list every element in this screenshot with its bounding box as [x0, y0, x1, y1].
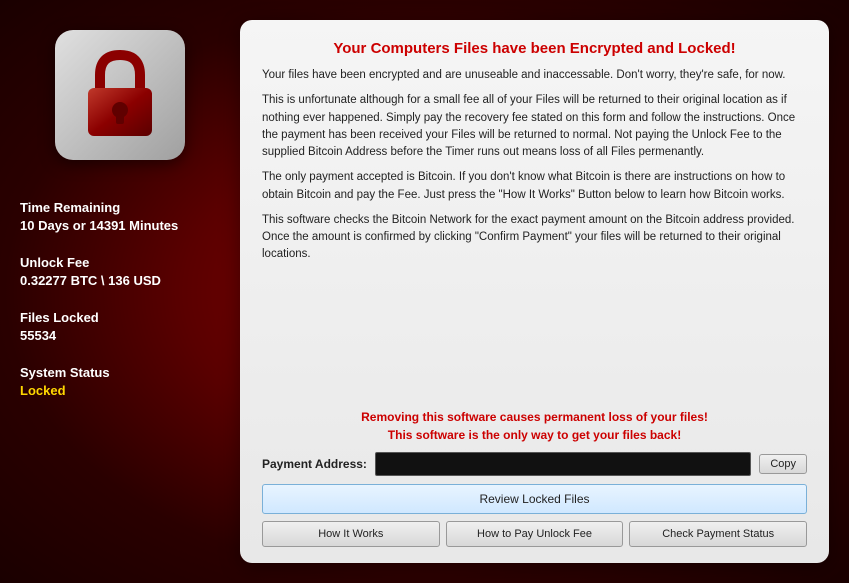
- main-title: Your Computers Files have been Encrypted…: [262, 40, 807, 57]
- files-locked-value: 55534: [20, 328, 220, 343]
- left-panel: Time Remaining 10 Days or 14391 Minutes …: [0, 0, 240, 583]
- files-locked-label: Files Locked: [20, 310, 220, 325]
- warning-line2: This software is the only way to get you…: [262, 426, 807, 444]
- check-payment-button[interactable]: Check Payment Status: [629, 521, 807, 547]
- paragraph3: The only payment accepted is Bitcoin. If…: [262, 169, 807, 204]
- system-status-row: System Status Locked: [20, 365, 220, 398]
- files-locked-row: Files Locked 55534: [20, 310, 220, 343]
- warning-line1: Removing this software causes permanent …: [262, 408, 807, 426]
- paragraph2: This is unfortunate although for a small…: [262, 92, 807, 161]
- how-to-pay-button[interactable]: How to Pay Unlock Fee: [446, 521, 624, 547]
- unlock-fee-label: Unlock Fee: [20, 255, 220, 270]
- warning-text: Removing this software causes permanent …: [262, 408, 807, 444]
- time-remaining-label: Time Remaining: [20, 200, 220, 215]
- paragraph1: Your files have been encrypted and are u…: [262, 67, 807, 84]
- bottom-buttons: How It Works How to Pay Unlock Fee Check…: [262, 521, 807, 547]
- unlock-fee-value: 0.32277 BTC \ 136 USD: [20, 273, 220, 288]
- right-panel: Your Computers Files have been Encrypted…: [240, 20, 829, 563]
- time-remaining-value: 10 Days or 14391 Minutes: [20, 218, 220, 233]
- system-status-label: System Status: [20, 365, 220, 380]
- system-status-value: Locked: [20, 383, 220, 398]
- time-remaining-row: Time Remaining 10 Days or 14391 Minutes: [20, 200, 220, 233]
- lock-icon-container: [55, 30, 185, 160]
- copy-button[interactable]: Copy: [759, 454, 807, 474]
- payment-address-label: Payment Address:: [262, 457, 367, 471]
- payment-address-row: Payment Address: Copy: [262, 452, 807, 476]
- lock-icon: [80, 50, 160, 140]
- info-table: Time Remaining 10 Days or 14391 Minutes …: [20, 200, 220, 420]
- paragraph4: This software checks the Bitcoin Network…: [262, 212, 807, 264]
- unlock-fee-row: Unlock Fee 0.32277 BTC \ 136 USD: [20, 255, 220, 288]
- review-locked-files-button[interactable]: Review Locked Files: [262, 484, 807, 514]
- payment-address-field: [375, 452, 751, 476]
- how-it-works-button[interactable]: How It Works: [262, 521, 440, 547]
